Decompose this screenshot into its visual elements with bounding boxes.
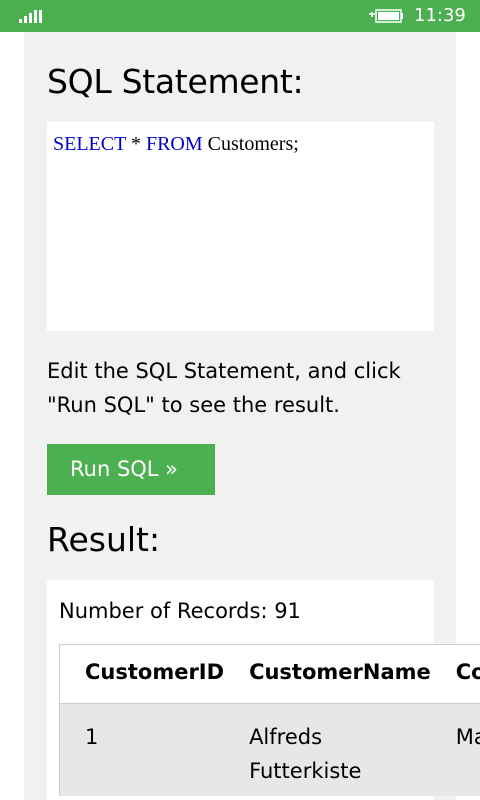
instructions-line-2: "Run SQL" to see the result. [47,393,340,417]
cell-customer-name: Alfreds Futterkiste [224,703,431,796]
column-header-contactname[interactable]: ContactName [430,644,480,704]
result-heading: Result: [47,520,161,559]
sql-code-line[interactable]: SELECT * FROM Customers; [53,132,299,156]
signal-bars-icon [19,9,43,23]
status-time: 11:39 [414,5,466,26]
sql-star: * [125,133,146,155]
result-table: CustomerID CustomerName ContactName 1 Al… [59,644,480,796]
sql-table-name: Customers; [202,133,299,155]
column-header-customerid[interactable]: CustomerID [59,644,225,704]
sql-keyword-select: SELECT [53,133,126,155]
battery-charging-icon [369,9,403,23]
sql-keyword-from: FROM [145,133,203,155]
result-table-scroll[interactable]: CustomerID CustomerName ContactName 1 Al… [59,644,480,800]
sql-statement-heading: SQL Statement: [47,62,304,101]
column-header-customername[interactable]: CustomerName [224,644,431,704]
record-count: Number of Records: 91 [59,599,301,623]
instructions-text: Edit the SQL Statement, and click "Run S… [47,354,447,422]
status-bar: 11:39 [0,0,480,32]
cell-customer-id: 1 [59,703,225,796]
sql-editor[interactable]: SELECT * FROM Customers; [47,122,434,331]
run-sql-button[interactable]: Run SQL » [47,444,215,495]
table-row: 1 Alfreds Futterkiste Maria Anders [59,703,480,796]
table-header-row: CustomerID CustomerName ContactName [59,644,480,704]
instructions-line-1: Edit the SQL Statement, and click [47,359,401,383]
cell-contact-name: Maria Anders [430,703,480,796]
